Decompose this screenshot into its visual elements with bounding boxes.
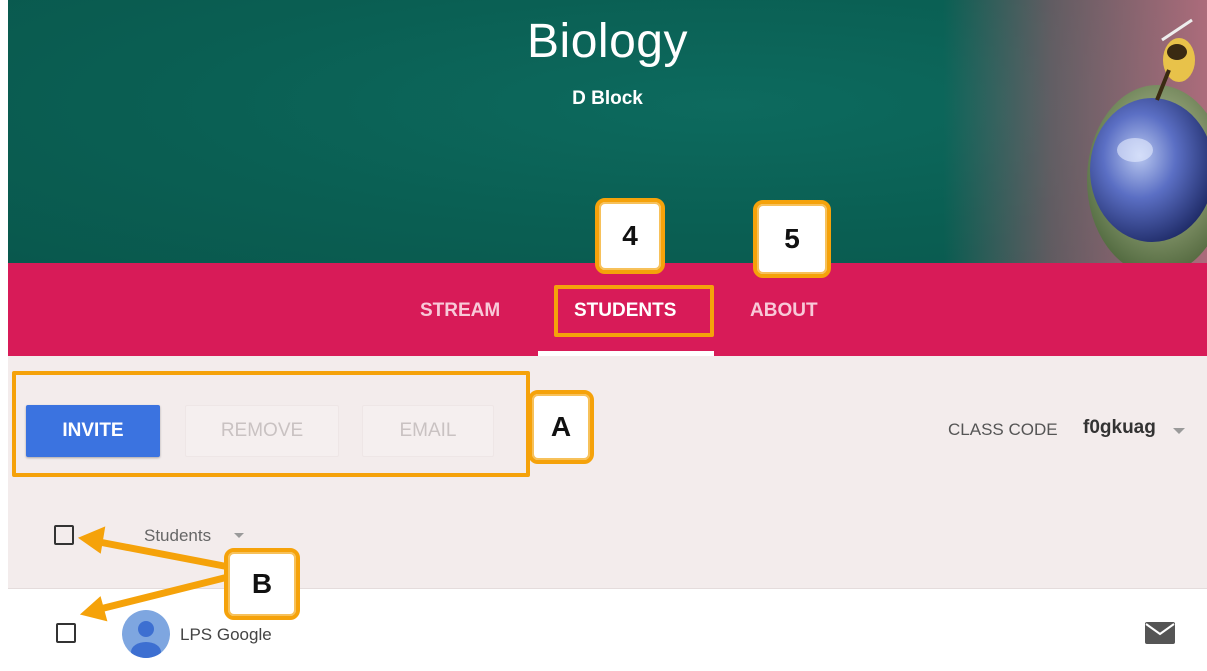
class-section: D Block xyxy=(572,88,643,109)
select-all-checkbox[interactable] xyxy=(54,525,74,545)
person-icon xyxy=(131,621,161,658)
class-code-chevron-down-icon[interactable] xyxy=(1173,428,1185,434)
students-sort-chevron-down-icon[interactable] xyxy=(234,533,244,538)
students-sort-label[interactable]: Students xyxy=(144,526,211,546)
active-tab-indicator xyxy=(538,351,714,356)
tab-stream[interactable]: STREAM xyxy=(420,299,500,323)
student-row-checkbox[interactable] xyxy=(56,623,76,643)
mail-icon[interactable] xyxy=(1144,621,1176,645)
callout-4: 4 xyxy=(595,198,665,274)
toolbar-highlight xyxy=(12,371,530,477)
callout-b: B xyxy=(224,548,300,620)
callout-a: A xyxy=(528,390,594,464)
tab-about[interactable]: ABOUT xyxy=(750,299,818,323)
students-tab-highlight xyxy=(554,285,714,337)
callout-5: 5 xyxy=(753,200,831,278)
classroom-page: Biology D Block STREAM STUDENTS ABOUT IN… xyxy=(8,0,1207,671)
student-name: LPS Google xyxy=(180,625,272,644)
class-code-label: CLASS CODE xyxy=(948,420,1058,439)
class-title: Biology xyxy=(527,15,688,68)
class-code-value[interactable]: f0gkuag xyxy=(1083,417,1156,439)
avatar xyxy=(122,610,170,658)
